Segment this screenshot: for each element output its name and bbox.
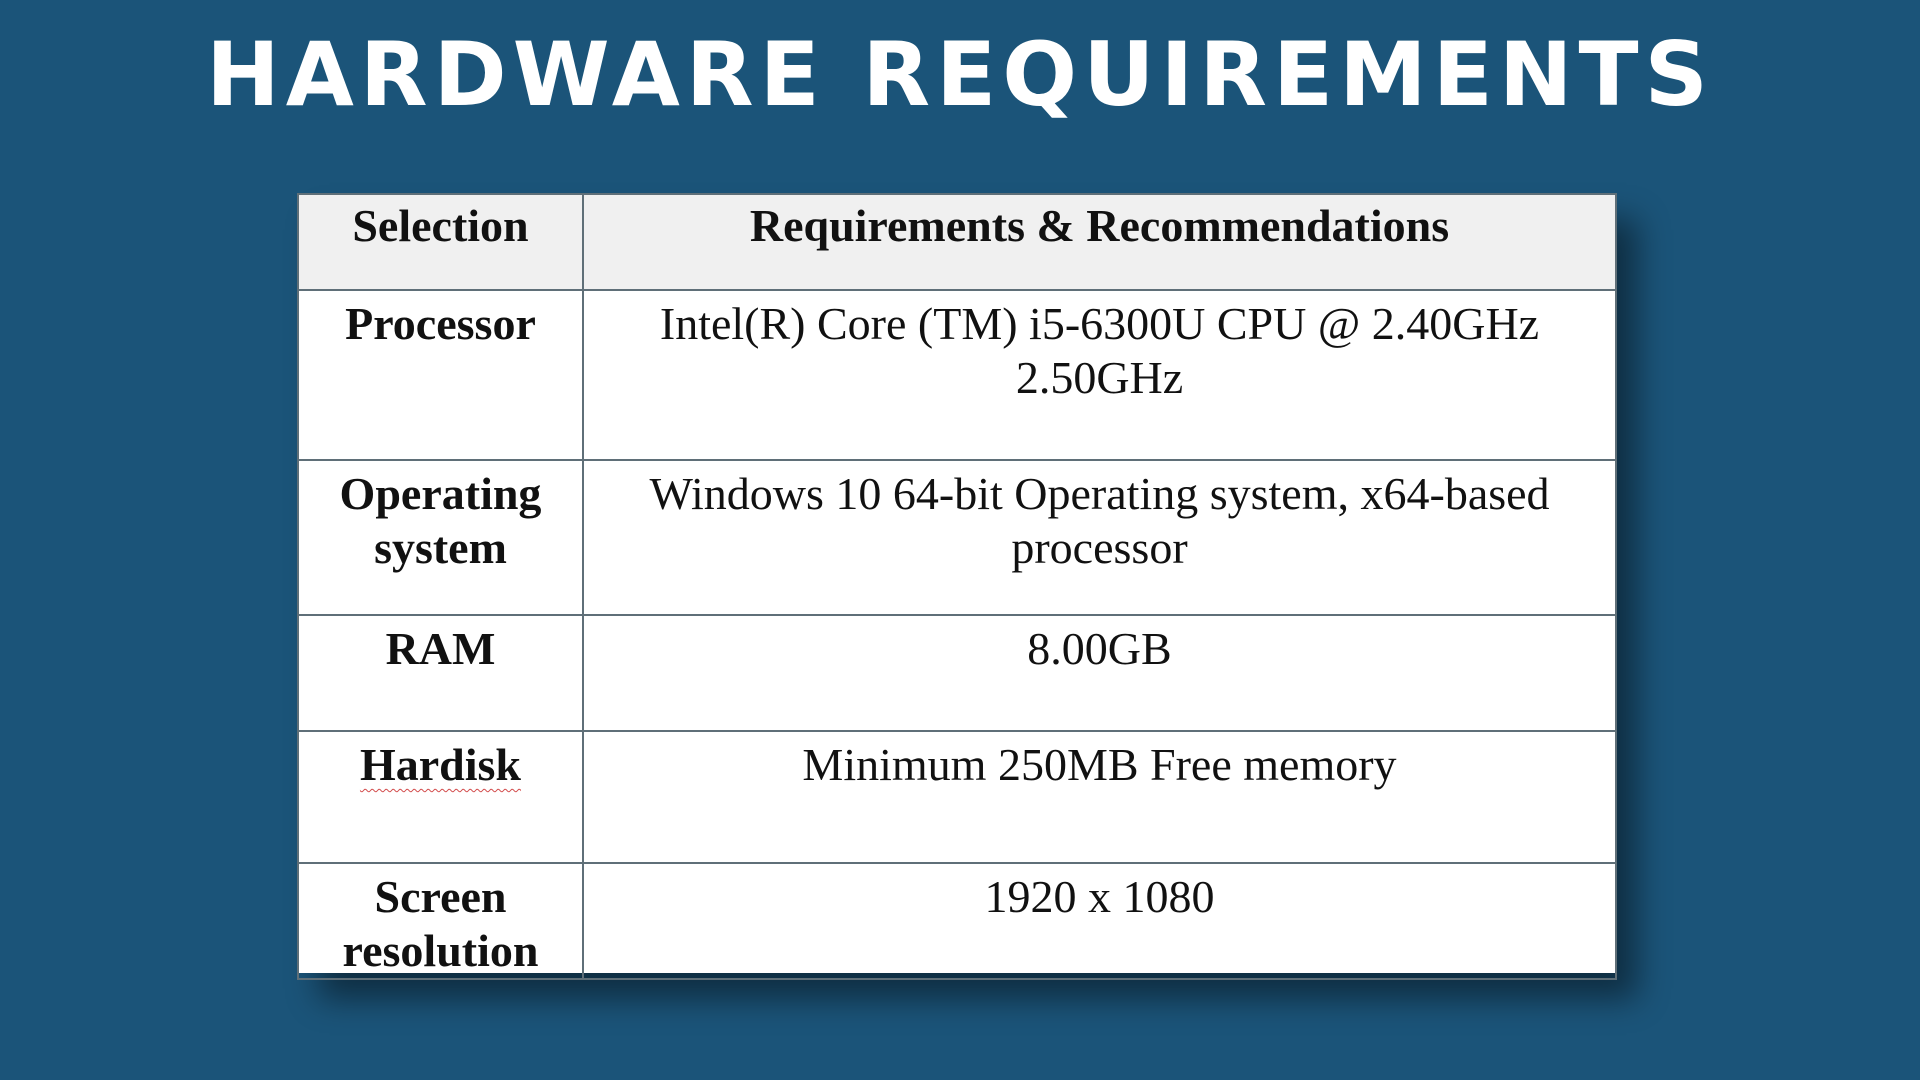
row-label-operating-system: Operating system [297,459,584,616]
row-value-screen-resolution: 1920 x 1080 [582,862,1617,980]
requirements-table-card: Selection Requirements & Recommendations… [297,193,1617,980]
row-label-processor: Processor [297,289,584,461]
row-value-hardisk: Minimum 250MB Free memory [582,730,1617,864]
row-label-ram: RAM [297,614,584,732]
requirements-table: Selection Requirements & Recommendations… [297,193,1617,980]
table-header-row: Selection Requirements & Recommendations [297,193,1617,291]
row-label-screen-resolution: Screen resolution [297,862,584,980]
table-row: Operating system Windows 10 64-bit Opera… [297,459,1617,616]
row-value-processor: Intel(R) Core (TM) i5-6300U CPU @ 2.40GH… [582,289,1617,461]
table-row: RAM 8.00GB [297,614,1617,732]
row-label-hardisk: Hardisk [359,739,522,790]
slide: HARDWARE REQUIREMENTS Selection Requirem… [0,0,1920,1080]
header-selection: Selection [297,193,584,291]
row-value-operating-system: Windows 10 64-bit Operating system, x64-… [582,459,1617,616]
header-requirements: Requirements & Recommendations [582,193,1617,291]
row-value-ram: 8.00GB [582,614,1617,732]
row-label-hardisk-cell: Hardisk [297,730,584,864]
slide-title: HARDWARE REQUIREMENTS [206,23,1714,126]
table-row: Processor Intel(R) Core (TM) i5-6300U CP… [297,289,1617,461]
table-row: Hardisk Minimum 250MB Free memory [297,730,1617,864]
table-row: Screen resolution 1920 x 1080 [297,862,1617,980]
